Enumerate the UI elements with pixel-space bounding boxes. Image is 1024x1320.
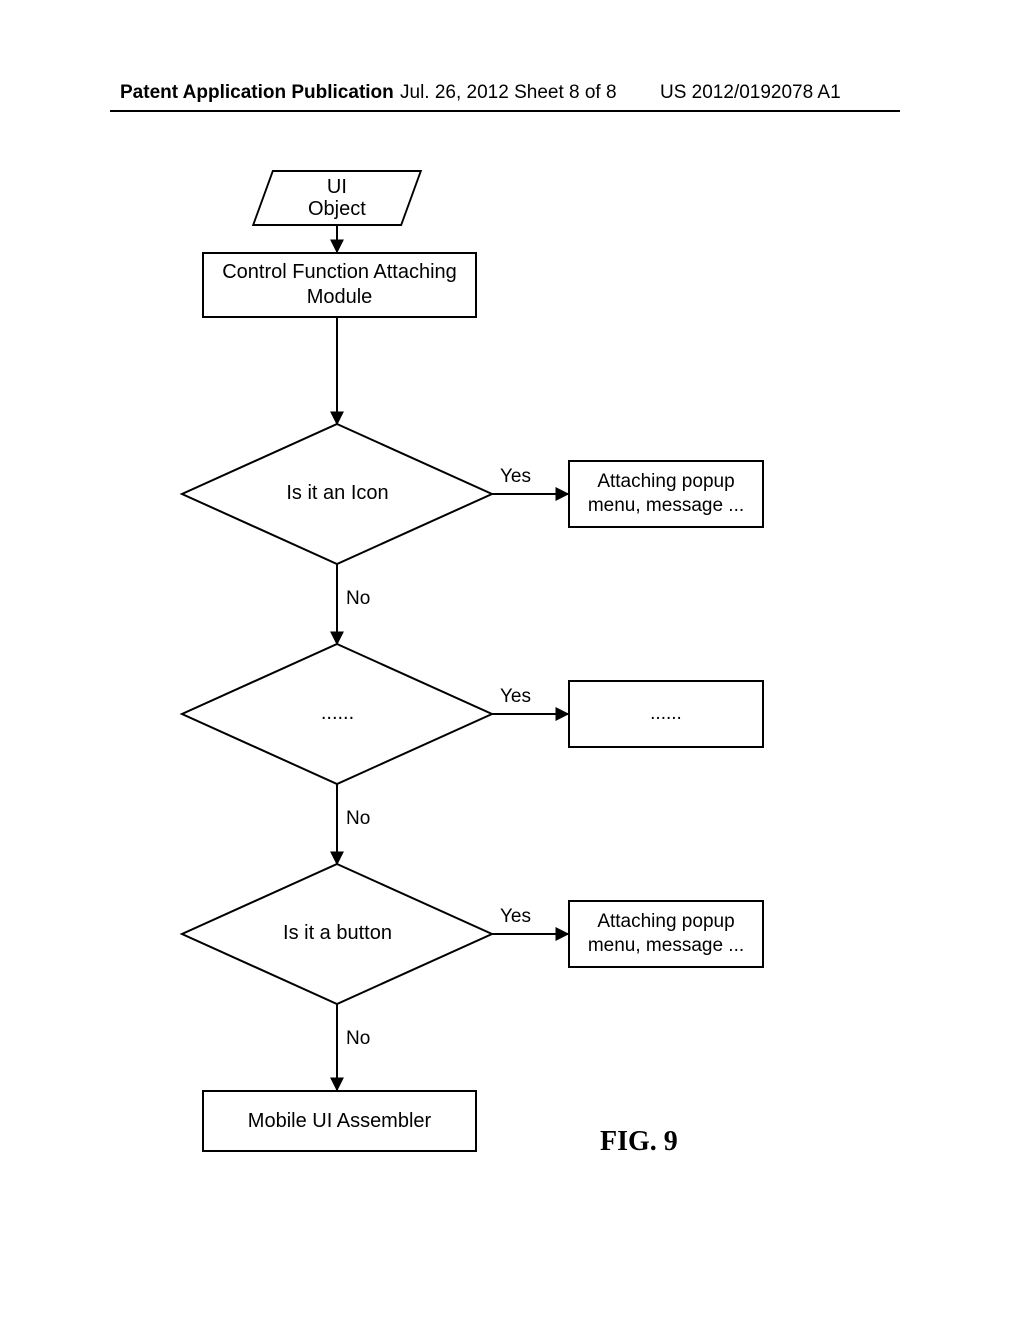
flow-end-label: Mobile UI Assembler [248, 1109, 431, 1134]
header-publication: Patent Application Publication [120, 82, 394, 104]
figure-frame: UIObject Control Function AttachingModul… [160, 152, 780, 1192]
page-header: Patent Application Publication Jul. 26, … [0, 82, 1024, 110]
decision-1-action-label: Attaching popupmenu, message ... [588, 470, 744, 518]
decision-1-question: Is it an Icon [260, 482, 415, 505]
decision-2-yes-label: Yes [500, 686, 531, 708]
decision-3-yes-label: Yes [500, 906, 531, 928]
decision-3-question: Is it a button [260, 922, 415, 945]
decision-2-action-label: ...... [650, 702, 682, 726]
decision-1-action-box: Attaching popupmenu, message ... [568, 460, 764, 528]
figure-label: FIG. 9 [600, 1126, 678, 1158]
flow-end-box: Mobile UI Assembler [202, 1090, 477, 1152]
decision-2-question: ...... [260, 702, 415, 725]
decision-2-action-box: ...... [568, 680, 764, 748]
header-date-sheet: Jul. 26, 2012 Sheet 8 of 8 [400, 82, 617, 104]
decision-1-no-label: No [346, 588, 370, 610]
header-rule [110, 110, 900, 112]
decision-1-yes-label: Yes [500, 466, 531, 488]
decision-3-action-label: Attaching popupmenu, message ... [588, 910, 744, 958]
flow-connectors [160, 152, 780, 1202]
decision-3-action-box: Attaching popupmenu, message ... [568, 900, 764, 968]
decision-2-no-label: No [346, 808, 370, 830]
decision-3-no-label: No [346, 1028, 370, 1050]
header-docnumber: US 2012/0192078 A1 [660, 82, 841, 104]
